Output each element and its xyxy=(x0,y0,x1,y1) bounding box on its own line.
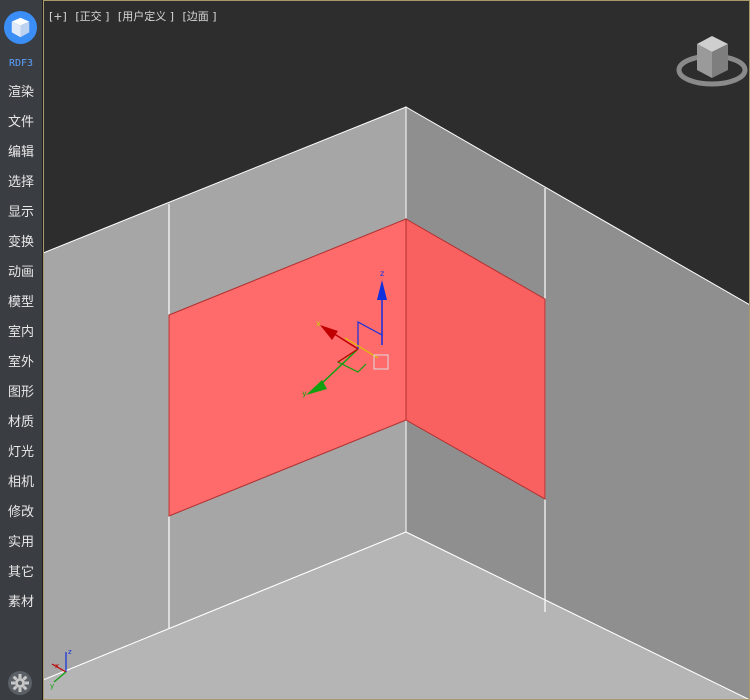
menu-exterior[interactable]: 室外 xyxy=(0,353,42,373)
menu-camera[interactable]: 相机 xyxy=(0,473,42,493)
menu-modify[interactable]: 修改 xyxy=(0,503,42,523)
viewport-3d[interactable]: z x y z x y xyxy=(43,0,750,700)
gizmo-x-label: x xyxy=(316,319,321,328)
menu-model[interactable]: 模型 xyxy=(0,293,42,313)
menu-transform[interactable]: 变换 xyxy=(0,233,42,253)
menu-material[interactable]: 材质 xyxy=(0,413,42,433)
gizmo-z-label: z xyxy=(380,269,384,278)
settings-gear-icon[interactable] xyxy=(7,670,33,696)
menu-shapes[interactable]: 图形 xyxy=(0,383,42,403)
menu-select[interactable]: 选择 xyxy=(0,173,42,193)
menu-assets[interactable]: 素材 xyxy=(0,593,42,613)
brand-label: RDF3 xyxy=(8,58,34,69)
mini-y-label: y xyxy=(50,682,54,690)
menu-animation[interactable]: 动画 xyxy=(0,263,42,283)
menu-lights[interactable]: 灯光 xyxy=(0,443,42,463)
gizmo-y-label: y xyxy=(302,389,307,398)
menu-render[interactable]: 渲染 xyxy=(0,83,42,103)
app-logo-icon[interactable] xyxy=(3,10,38,45)
left-toolbar: RDF3 渲染 文件 编辑 选择 显示 变换 动画 模型 室内 室外 图形 材质… xyxy=(0,0,43,700)
mini-z-label: z xyxy=(68,648,72,656)
viewport-view-type[interactable]: [正交 ] xyxy=(75,10,109,23)
viewport-label: [+] [正交 ] [用户定义 ] [边面 ] xyxy=(49,8,222,24)
viewport-menu-plus[interactable]: [+] xyxy=(49,10,67,23)
viewport-camera-type[interactable]: [用户定义 ] xyxy=(118,10,174,23)
menu-other[interactable]: 其它 xyxy=(0,563,42,583)
menu-utility[interactable]: 实用 xyxy=(0,533,42,553)
mini-x-label: x xyxy=(55,662,59,670)
viewport-shading-mode[interactable]: [边面 ] xyxy=(183,10,217,23)
menu-interior[interactable]: 室内 xyxy=(0,323,42,343)
menu-edit[interactable]: 编辑 xyxy=(0,143,42,163)
menu-file[interactable]: 文件 xyxy=(0,113,42,133)
menu-display[interactable]: 显示 xyxy=(0,203,42,223)
